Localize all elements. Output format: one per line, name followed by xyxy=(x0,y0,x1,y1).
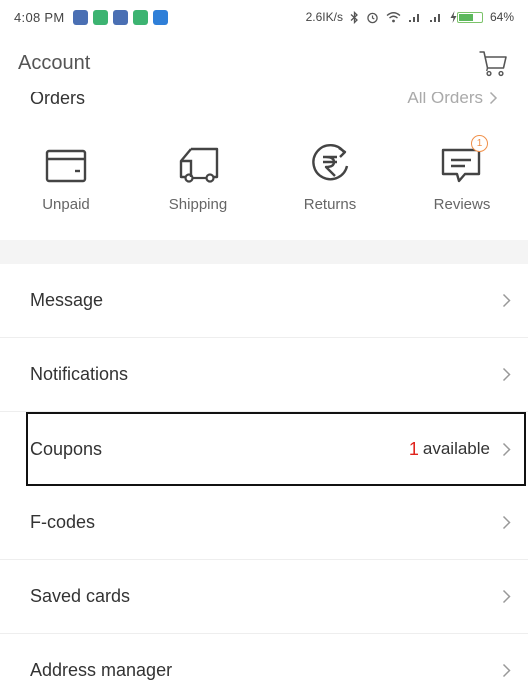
notification-app-icon xyxy=(132,9,148,25)
chevron-right-icon xyxy=(498,367,514,383)
section-divider xyxy=(0,240,528,264)
page-title: Account xyxy=(18,51,91,74)
order-status-unpaid[interactable]: Unpaid xyxy=(0,140,132,240)
menu-item-notifications[interactable]: Notifications xyxy=(0,338,528,412)
chevron-right-icon xyxy=(489,91,498,105)
menu-item-label: Saved cards xyxy=(30,586,131,606)
status-time: 4:08 PM xyxy=(14,9,65,25)
order-status-bar: Unpaid Shipping Returns 1 Reviews xyxy=(0,135,528,240)
menu-item-message[interactable]: Message xyxy=(0,264,528,338)
bluetooth-icon xyxy=(350,10,358,24)
status-right: 2.6IK/s 64% xyxy=(306,10,514,24)
app-header: Account xyxy=(0,34,528,92)
menu-item-coupons[interactable]: Coupons 1 available xyxy=(26,412,526,486)
truck-icon xyxy=(179,147,219,183)
wifi-icon xyxy=(386,12,401,23)
order-status-shipping[interactable]: Shipping xyxy=(132,140,264,240)
menu-item-saved-cards[interactable]: Saved cards xyxy=(0,560,528,634)
notification-app-icon xyxy=(72,9,88,25)
coupon-available-text: available xyxy=(422,439,490,458)
menu-item-address-manager[interactable]: Address manager xyxy=(0,634,528,684)
order-icon-wrap xyxy=(304,140,356,192)
notification-icons xyxy=(72,9,168,25)
order-icon-wrap xyxy=(40,140,92,192)
coupons-availability: 1 available xyxy=(409,439,514,460)
network-speed: 2.6IK/s xyxy=(305,10,343,24)
chevron-right-icon xyxy=(498,589,514,605)
notification-app-icon xyxy=(92,9,108,25)
signal-icon xyxy=(408,13,419,22)
signal-icon xyxy=(429,13,440,22)
order-icon-wrap xyxy=(172,140,224,192)
menu-item-label: Coupons xyxy=(30,438,103,459)
coupon-count: 1 xyxy=(408,438,419,459)
menu-item-right xyxy=(498,663,514,679)
review-count-badge: 1 xyxy=(471,135,488,152)
menu-item-right xyxy=(498,367,514,383)
rupee-return-icon xyxy=(312,144,349,181)
notification-app-icon xyxy=(112,9,128,25)
chevron-right-icon xyxy=(498,293,514,309)
menu-item-fcodes[interactable]: F-codes xyxy=(0,486,528,560)
order-status-returns[interactable]: Returns xyxy=(264,140,396,240)
menu-item-label: Notifications xyxy=(30,364,129,384)
notification-app-icon xyxy=(152,9,168,25)
alarm-icon xyxy=(367,12,378,23)
menu-item-right xyxy=(498,515,514,531)
menu-item-right xyxy=(498,293,514,309)
menu-item-label: Message xyxy=(30,290,104,310)
battery-percent: 64% xyxy=(489,10,514,24)
chevron-right-icon xyxy=(498,663,514,679)
charging-icon xyxy=(450,11,457,23)
menu-item-label: F-codes xyxy=(30,512,96,532)
order-status-reviews[interactable]: 1 Reviews xyxy=(396,135,528,240)
cart-button[interactable] xyxy=(476,46,510,80)
order-icon-wrap: 1 xyxy=(436,135,488,192)
battery-fill xyxy=(458,13,474,21)
wallet-icon xyxy=(45,149,87,183)
battery-icon xyxy=(456,11,483,23)
status-bar: 4:08 PM 2.6IK/s 64% xyxy=(0,0,528,34)
order-status-label: Reviews xyxy=(433,196,491,213)
account-menu-list: Message Notifications Coupons 1 availabl… xyxy=(0,264,528,684)
order-status-label: Unpaid xyxy=(42,196,90,213)
menu-item-right xyxy=(498,589,514,605)
order-status-label: Shipping xyxy=(168,196,228,213)
chevron-right-icon xyxy=(498,441,514,457)
chevron-right-icon xyxy=(498,515,514,531)
order-status-label: Returns xyxy=(303,196,357,213)
battery-indicator xyxy=(450,11,483,23)
menu-item-label: Address manager xyxy=(30,660,173,680)
cart-icon xyxy=(479,51,507,77)
